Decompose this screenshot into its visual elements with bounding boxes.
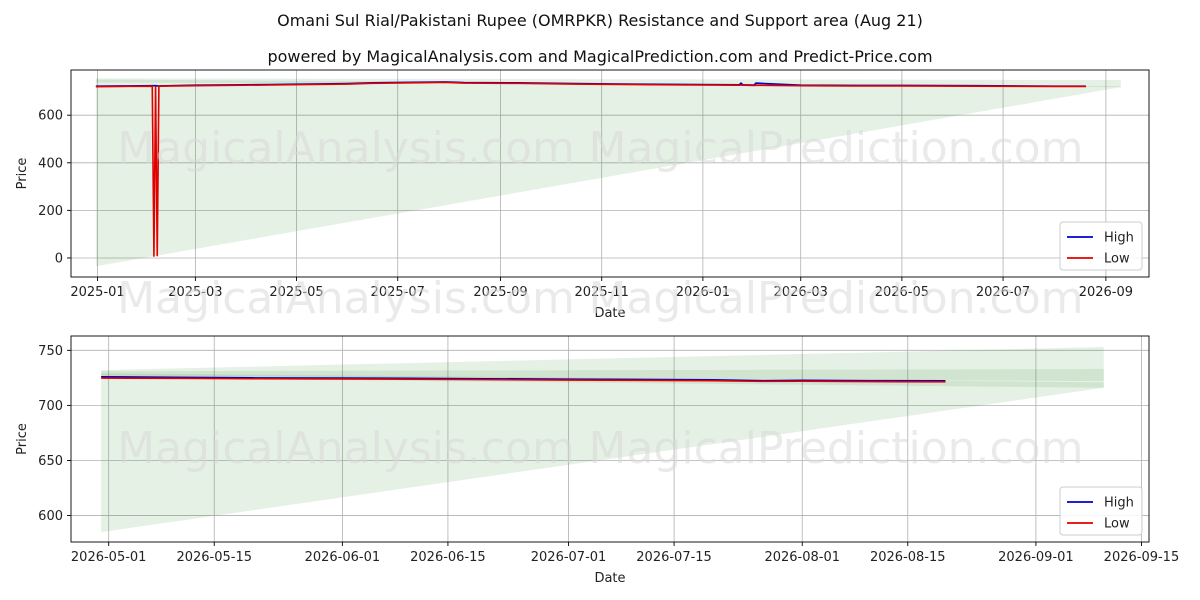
watermark-top-left: MagicalAnalysis.com	[117, 123, 575, 174]
chart-figure: Omani Sul Rial/Pakistani Rupee (OMRPKR) …	[0, 0, 1200, 600]
legend-label-low-top: Low	[1104, 252, 1130, 267]
y-tick-label-top: 200	[38, 204, 63, 219]
x-tick-label-bottom: 2026-05-01	[71, 550, 147, 565]
x-tick-label-bottom: 2026-09-15	[1104, 550, 1180, 565]
x-tick-label-bottom: 2026-07-01	[531, 550, 607, 565]
y-axis-label-top: Price	[15, 158, 30, 190]
x-tick-label-bottom: 2026-08-01	[764, 550, 840, 565]
y-tick-label-bottom: 750	[38, 344, 63, 359]
y-tick-label-top: 0	[55, 251, 63, 266]
watermark-top-right: MagicalPrediction.com	[589, 123, 1084, 174]
legend-bottom: High Low	[1059, 486, 1143, 536]
x-tick-label-bottom: 2026-09-01	[998, 550, 1074, 565]
legend-label-high-bottom: High	[1104, 496, 1134, 511]
y-axis-label-bottom: Price	[15, 423, 30, 455]
watermark-mid-left: MagicalAnalysis.com	[117, 273, 575, 324]
y-tick-label-top: 600	[38, 109, 63, 124]
watermark-bottom-right: MagicalPrediction.com	[589, 423, 1084, 474]
watermark-mid-right: MagicalPrediction.com	[589, 273, 1084, 324]
legend-box-bottom	[1059, 486, 1143, 536]
x-tick-label-bottom: 2026-06-01	[305, 550, 381, 565]
y-tick-label-bottom: 600	[38, 509, 63, 524]
x-axis-label-bottom: Date	[594, 571, 625, 586]
legend-label-high-top: High	[1104, 231, 1134, 246]
x-tick-label-bottom: 2026-05-15	[176, 550, 252, 565]
y-tick-label-bottom: 650	[38, 454, 63, 469]
x-tick-label-bottom: 2026-06-15	[410, 550, 486, 565]
legend-box-top	[1059, 221, 1143, 271]
y-tick-label-bottom: 700	[38, 399, 63, 414]
y-tick-label-top: 400	[38, 156, 63, 171]
legend-top: High Low	[1059, 221, 1143, 271]
watermark-bottom-left: MagicalAnalysis.com	[117, 423, 575, 474]
chart-title: Omani Sul Rial/Pakistani Rupee (OMRPKR) …	[277, 11, 923, 30]
x-tick-label-bottom: 2026-07-15	[636, 550, 712, 565]
chart-subtitle: powered by MagicalAnalysis.com and Magic…	[267, 47, 932, 66]
x-tick-label-bottom: 2026-08-15	[870, 550, 946, 565]
x-tick-label-top: 2026-09	[1079, 285, 1133, 300]
legend-label-low-bottom: Low	[1104, 517, 1130, 532]
